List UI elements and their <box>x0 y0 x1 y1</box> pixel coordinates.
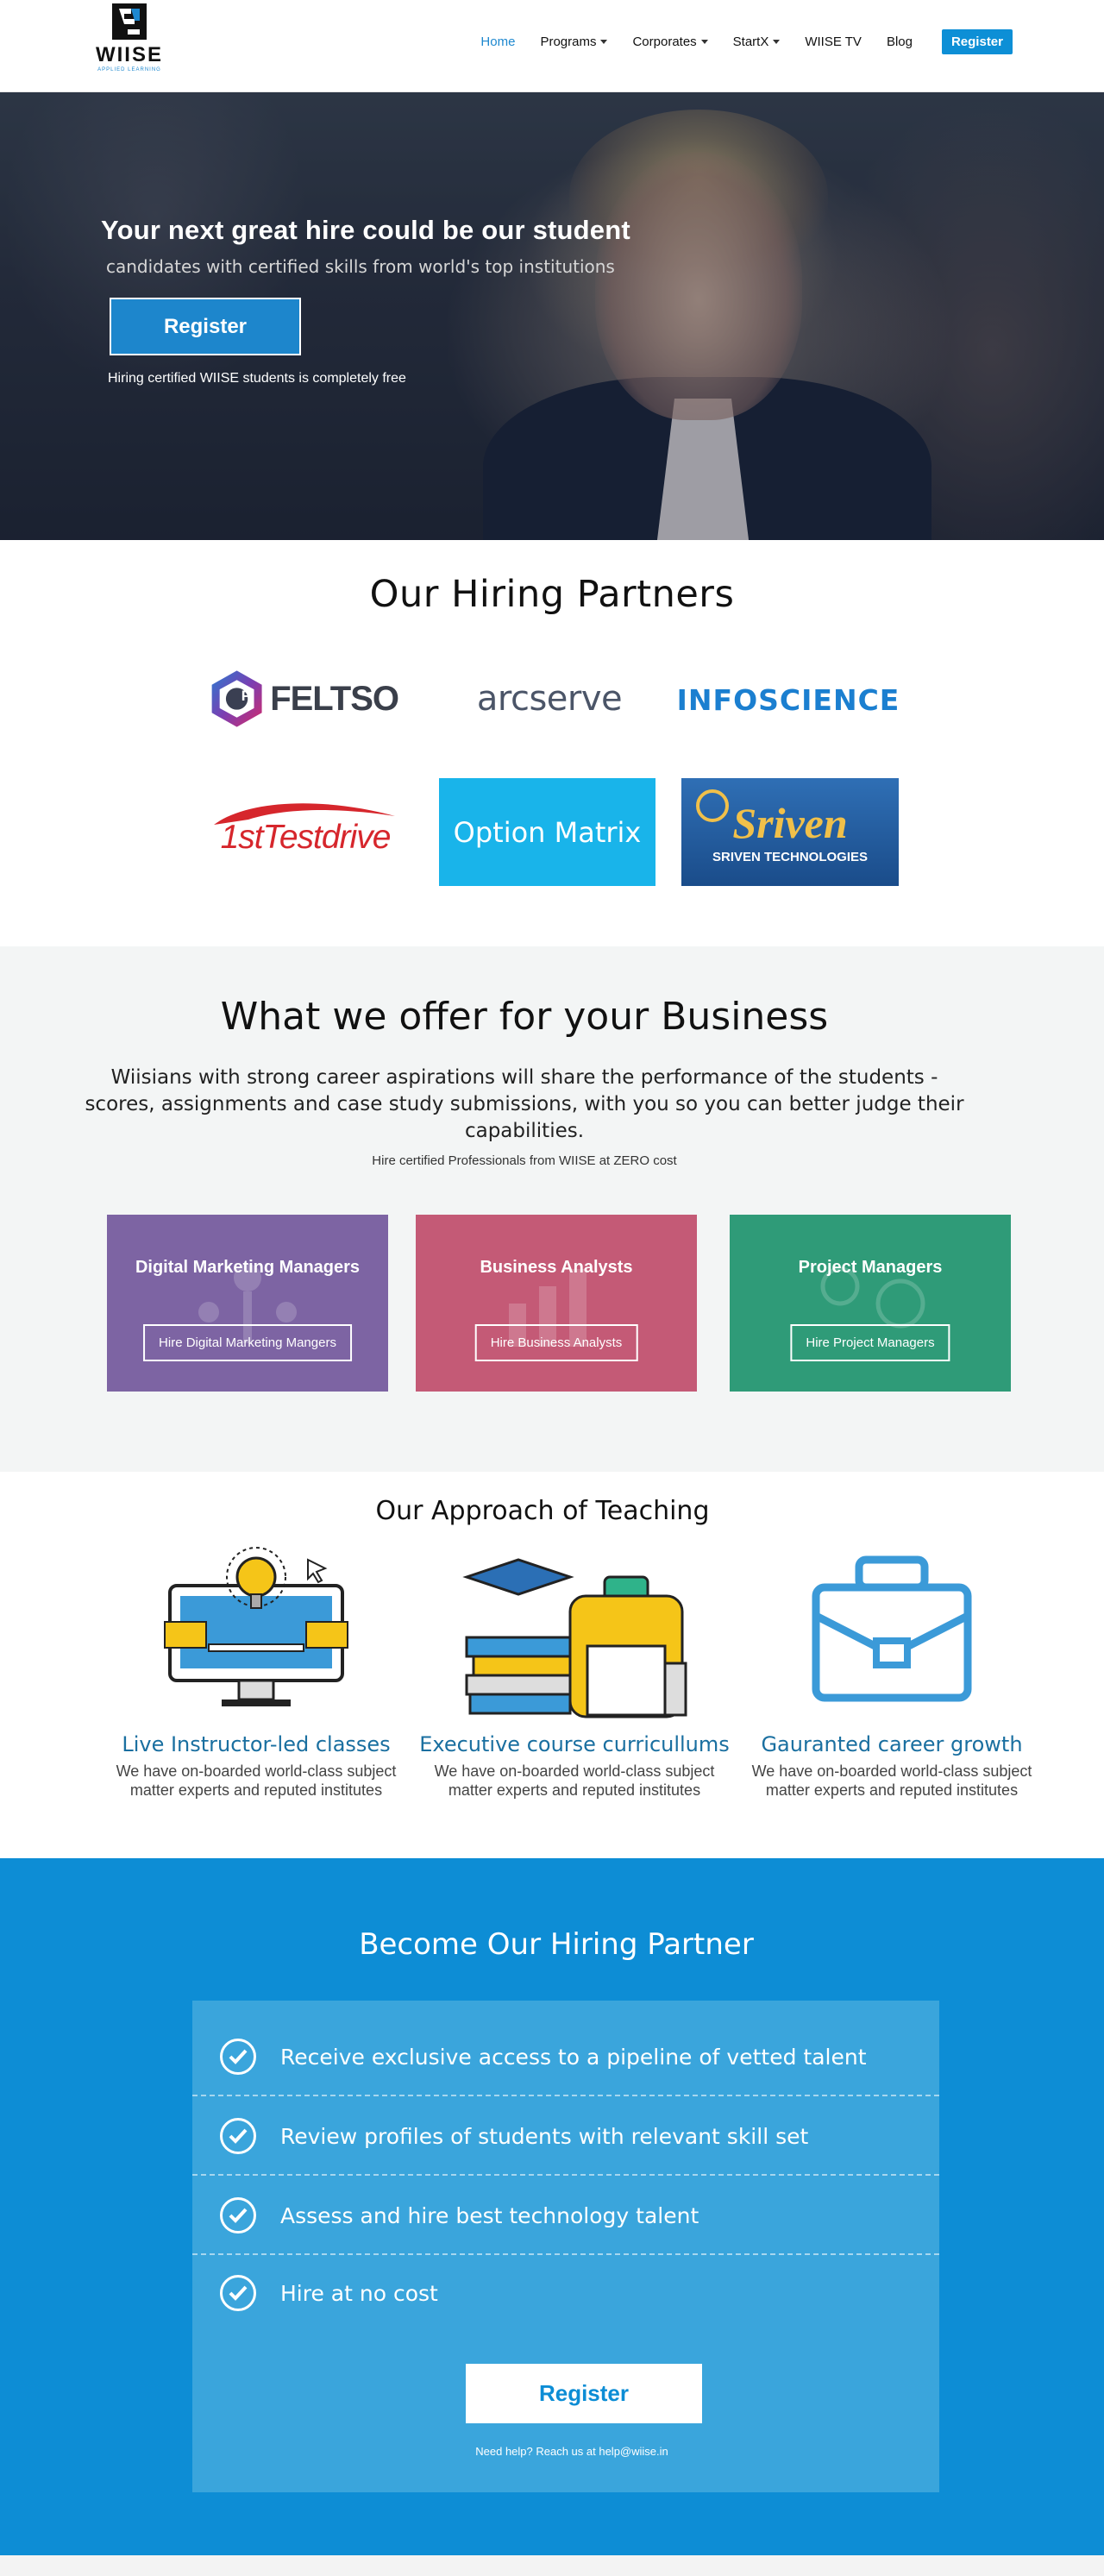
nav-register-button[interactable]: Register <box>941 29 1013 54</box>
nav-startx-label: StartX <box>732 35 769 49</box>
nav-corporates[interactable]: Corporates <box>632 35 708 49</box>
books-bag-icon <box>462 1558 687 1718</box>
benefit-item: Review profiles of students with relevan… <box>192 2096 939 2176</box>
footer-strip <box>0 2555 1104 2576</box>
hire-digital-marketing-button[interactable]: Hire Digital Marketing Mangers <box>143 1324 352 1361</box>
offer-description: Wiisians with strong career aspirations … <box>85 1066 964 1142</box>
benefit-text: Review profiles of students with relevan… <box>280 2123 809 2149</box>
hero-register-button[interactable]: Register <box>110 298 301 355</box>
partner-sub-sriven: SRIVEN TECHNOLOGIES <box>712 850 869 864</box>
feature-desc: We have on-boarded world-class subject m… <box>434 1762 715 1799</box>
check-circle-icon <box>220 2118 256 2154</box>
feature-desc: We have on-boarded world-class subject m… <box>751 1762 1032 1799</box>
offer-note: Hire certified Professionals from WIISE … <box>372 1153 677 1168</box>
partner-name-arcserve: arcserve <box>476 679 623 719</box>
caret-down-icon <box>600 40 608 44</box>
partner-logo-1sttestdrive[interactable]: 1stTestdrive <box>197 790 414 868</box>
hero-subtitle: candidates with certified skills from wo… <box>106 256 615 277</box>
feature-career-growth: Gauranted career growth We have on-board… <box>737 1542 1047 1800</box>
check-circle-icon <box>220 2039 256 2075</box>
hire-project-managers-button[interactable]: Hire Project Managers <box>790 1324 950 1361</box>
card-digital-marketing: Digital Marketing Managers Hire Digital … <box>107 1215 388 1392</box>
feltso-badge-letter: F <box>241 688 251 704</box>
partner-logo-arcserve[interactable]: arcserve <box>455 664 644 733</box>
card-title: Project Managers <box>798 1258 943 1277</box>
feature-title: Executive course curricullums <box>419 1732 730 1756</box>
caret-down-icon <box>773 40 781 44</box>
help-text: Need help? Reach us at help@wiise.in <box>475 2445 668 2458</box>
card-project-managers: Project Managers Hire Project Managers <box>730 1215 1011 1392</box>
partners-title: Our Hiring Partners <box>369 573 735 616</box>
hero-banner: Your next great hire could be our studen… <box>0 92 1104 540</box>
offer-section: What we offer for your Business Wiisians… <box>0 946 1104 1472</box>
nav-startx[interactable]: StartX <box>733 35 781 49</box>
approach-section: Our Approach of Teaching Live Instructor… <box>0 1472 1104 1858</box>
become-panel: Receive exclusive access to a pipeline o… <box>192 2001 939 2492</box>
card-business-analysts: Business Analysts Hire Business Analysts <box>416 1215 697 1392</box>
card-title: Business Analysts <box>480 1258 633 1277</box>
hiring-partners-section: Our Hiring Partners F FELTSO arcserve IN… <box>0 540 1104 946</box>
benefit-item: Receive exclusive access to a pipeline o… <box>192 2017 939 2096</box>
nav-blog[interactable]: Blog <box>887 35 913 49</box>
logo-mark-icon <box>112 3 147 40</box>
benefit-item: Hire at no cost <box>192 2253 939 2333</box>
briefcase-icon <box>812 1555 972 1702</box>
hero-note: Hiring certified WIISE students is compl… <box>108 371 406 386</box>
partner-logo-infoscience[interactable]: INFOSCIENCE <box>677 669 900 730</box>
feature-desc: We have on-boarded world-class subject m… <box>116 1762 397 1799</box>
site-header: WIISE APPLIED LEARNING Home Programs Cor… <box>0 0 1104 92</box>
partner-logo-feltso[interactable]: F FELTSO <box>209 664 399 733</box>
caret-down-icon <box>700 40 708 44</box>
partner-name-feltso: FELTSO <box>270 679 399 718</box>
partner-name-infoscience: INFOSCIENCE <box>676 682 900 717</box>
become-register-button[interactable]: Register <box>466 2364 702 2423</box>
nav-blog-label: Blog <box>886 35 913 49</box>
partner-logo-option-matrix[interactable]: Option Matrix <box>439 778 656 886</box>
feature-executive-curriculum: Executive course curricullums We have on… <box>419 1542 730 1800</box>
nav-programs[interactable]: Programs <box>540 35 608 49</box>
brand-tagline: APPLIED LEARNING <box>97 67 161 72</box>
partner-logo-sriven[interactable]: Sriven SRIVEN TECHNOLOGIES <box>681 778 899 886</box>
monitor-lightbulb-icon <box>164 1547 348 1706</box>
approach-title: Our Approach of Teaching <box>375 1496 710 1526</box>
hero-title: Your next great hire could be our studen… <box>101 215 630 245</box>
nav-wiise-tv-label: WIISE TV <box>805 35 862 49</box>
benefit-text: Receive exclusive access to a pipeline o… <box>280 2044 867 2070</box>
brand-name: WIISE <box>95 43 163 66</box>
become-title: Become Our Hiring Partner <box>359 1927 754 1962</box>
partner-name-1sttestdrive: 1stTestdrive <box>220 819 392 856</box>
main-nav: Home Programs Corporates StartX WIISE TV… <box>455 29 1013 54</box>
become-partner-section: Become Our Hiring Partner Receive exclus… <box>0 1858 1104 2555</box>
benefit-item: Assess and hire best technology talent <box>192 2176 939 2255</box>
partner-name-sriven: Sriven <box>732 799 848 847</box>
nav-wiise-tv[interactable]: WIISE TV <box>805 35 862 49</box>
check-circle-icon <box>220 2197 256 2234</box>
benefit-text: Assess and hire best technology talent <box>280 2202 699 2228</box>
card-title: Digital Marketing Managers <box>135 1258 361 1277</box>
nav-home-label: Home <box>480 35 516 49</box>
feature-live-classes: Live Instructor-led classes We have on-b… <box>101 1542 411 1800</box>
feature-title: Gauranted career growth <box>761 1732 1023 1756</box>
feature-title: Live Instructor-led classes <box>122 1732 391 1756</box>
nav-corporates-label: Corporates <box>632 35 697 49</box>
check-circle-icon <box>220 2275 256 2311</box>
offer-title: What we offer for your Business <box>220 995 829 1039</box>
hire-business-analysts-button[interactable]: Hire Business Analysts <box>474 1324 638 1361</box>
sriven-globe-icon <box>696 789 729 822</box>
nav-home[interactable]: Home <box>480 35 515 49</box>
partner-name-option-matrix: Option Matrix <box>453 815 642 849</box>
benefit-text: Hire at no cost <box>280 2280 438 2306</box>
brand-logo[interactable]: WIISE APPLIED LEARNING <box>91 3 168 78</box>
nav-programs-label: Programs <box>540 35 597 49</box>
